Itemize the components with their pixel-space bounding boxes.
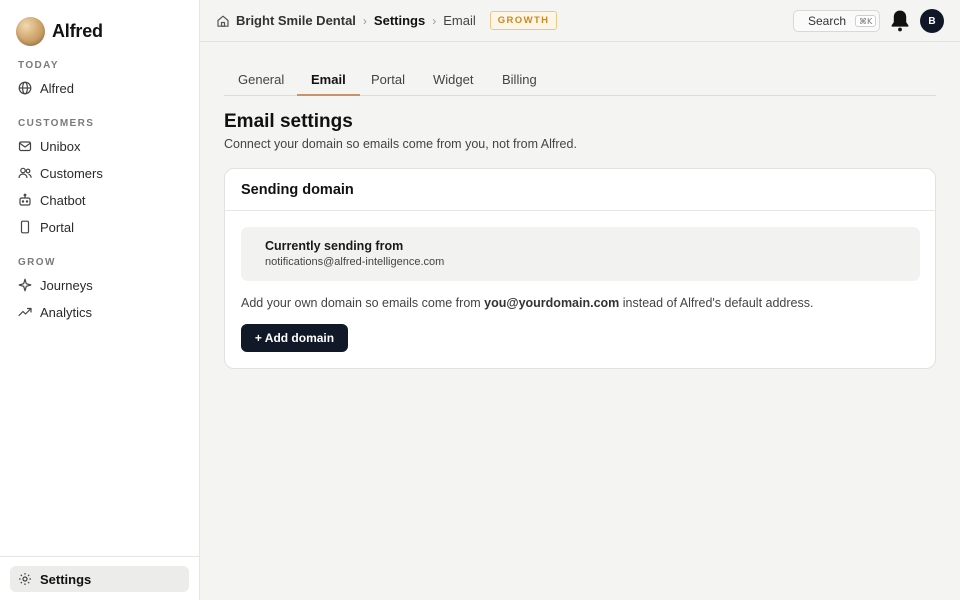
- brand[interactable]: Alfred: [16, 17, 103, 46]
- gear-icon: [18, 572, 32, 586]
- bot-icon: [18, 193, 32, 207]
- alfred-logo: [16, 17, 45, 46]
- settings-tabs: General Email Portal Widget Billing: [224, 63, 936, 96]
- tab-email[interactable]: Email: [297, 63, 360, 96]
- trend-icon: [18, 305, 32, 319]
- plan-badge: GROWTH: [489, 11, 558, 30]
- breadcrumb-settings[interactable]: Settings: [374, 13, 425, 28]
- chevron-right-icon: ›: [432, 13, 437, 28]
- add-domain-button[interactable]: + Add domain: [241, 324, 348, 352]
- sidebar-item-label: Customers: [40, 165, 103, 181]
- tab-general[interactable]: General: [224, 63, 298, 95]
- top-bar: Bright Smile Dental › Settings › Email G…: [200, 0, 960, 42]
- hint-prefix: Add your own domain so emails come from: [241, 296, 485, 310]
- sidebar-item-journeys[interactable]: Journeys: [10, 272, 189, 298]
- sidebar-item-label: Alfred: [40, 80, 74, 96]
- phone-icon: [18, 220, 32, 234]
- section-label-customers: CUSTOMERS: [18, 118, 95, 129]
- sidebar-item-label: Settings: [40, 571, 92, 587]
- sparkle-icon: [18, 278, 32, 292]
- hint-address: you@yourdomain.com: [484, 296, 620, 310]
- avatar[interactable]: B: [920, 9, 944, 33]
- sidebar-item-portal[interactable]: Portal: [10, 214, 189, 240]
- sidebar: Alfred TODAY Alfred CUSTOMERS Unibox Cus…: [0, 0, 200, 600]
- sidebar-item-customers[interactable]: Customers: [10, 160, 189, 186]
- breadcrumb-current: Email: [443, 13, 476, 28]
- section-label-grow: GROW: [18, 257, 56, 268]
- section-label-today: TODAY: [18, 60, 59, 71]
- sidebar-divider: [0, 556, 199, 557]
- users-icon: [18, 166, 32, 180]
- search-button[interactable]: Search ⌘K: [793, 10, 880, 32]
- page-subtitle: Connect your domain so emails come from …: [224, 137, 577, 151]
- sidebar-item-label: Analytics: [40, 304, 93, 320]
- sidebar-item-label: Chatbot: [40, 192, 86, 208]
- sidebar-item-chatbot[interactable]: Chatbot: [10, 187, 189, 213]
- bell-icon[interactable]: [890, 9, 910, 33]
- app-name: Alfred: [52, 21, 103, 41]
- current-sender-box: Currently sending from notifications@alf…: [241, 227, 920, 281]
- chevron-right-icon: ›: [362, 13, 367, 28]
- domain-hint: Add your own domain so emails come from …: [241, 296, 813, 310]
- current-sender-label: Currently sending from: [265, 239, 404, 253]
- sidebar-item-alfred[interactable]: Alfred: [10, 75, 189, 101]
- sidebar-item-label: Unibox: [40, 138, 81, 154]
- keyboard-shortcut: ⌘K: [855, 15, 877, 27]
- tab-widget[interactable]: Widget: [419, 63, 487, 95]
- globe-icon: [18, 81, 32, 95]
- page-title: Email settings: [224, 111, 353, 132]
- current-sender-email: notifications@alfred-intelligence.com: [265, 256, 445, 268]
- sidebar-item-unibox[interactable]: Unibox: [10, 133, 189, 159]
- sidebar-item-settings[interactable]: Settings: [10, 566, 189, 592]
- search-label: Search: [808, 14, 847, 28]
- sidebar-item-label: Journeys: [40, 277, 93, 293]
- breadcrumb: Bright Smile Dental › Settings › Email G…: [216, 0, 558, 41]
- sending-domain-card: Sending domain Currently sending from no…: [224, 168, 936, 369]
- home-icon[interactable]: [216, 14, 230, 28]
- sidebar-item-analytics[interactable]: Analytics: [10, 299, 189, 325]
- breadcrumb-org[interactable]: Bright Smile Dental: [236, 13, 356, 28]
- inbox-icon: [18, 139, 32, 153]
- card-title: Sending domain: [225, 169, 935, 211]
- tab-billing[interactable]: Billing: [488, 63, 551, 95]
- tab-portal[interactable]: Portal: [357, 63, 419, 95]
- sidebar-item-label: Portal: [40, 219, 74, 235]
- hint-suffix: instead of Alfred's default address.: [619, 296, 814, 310]
